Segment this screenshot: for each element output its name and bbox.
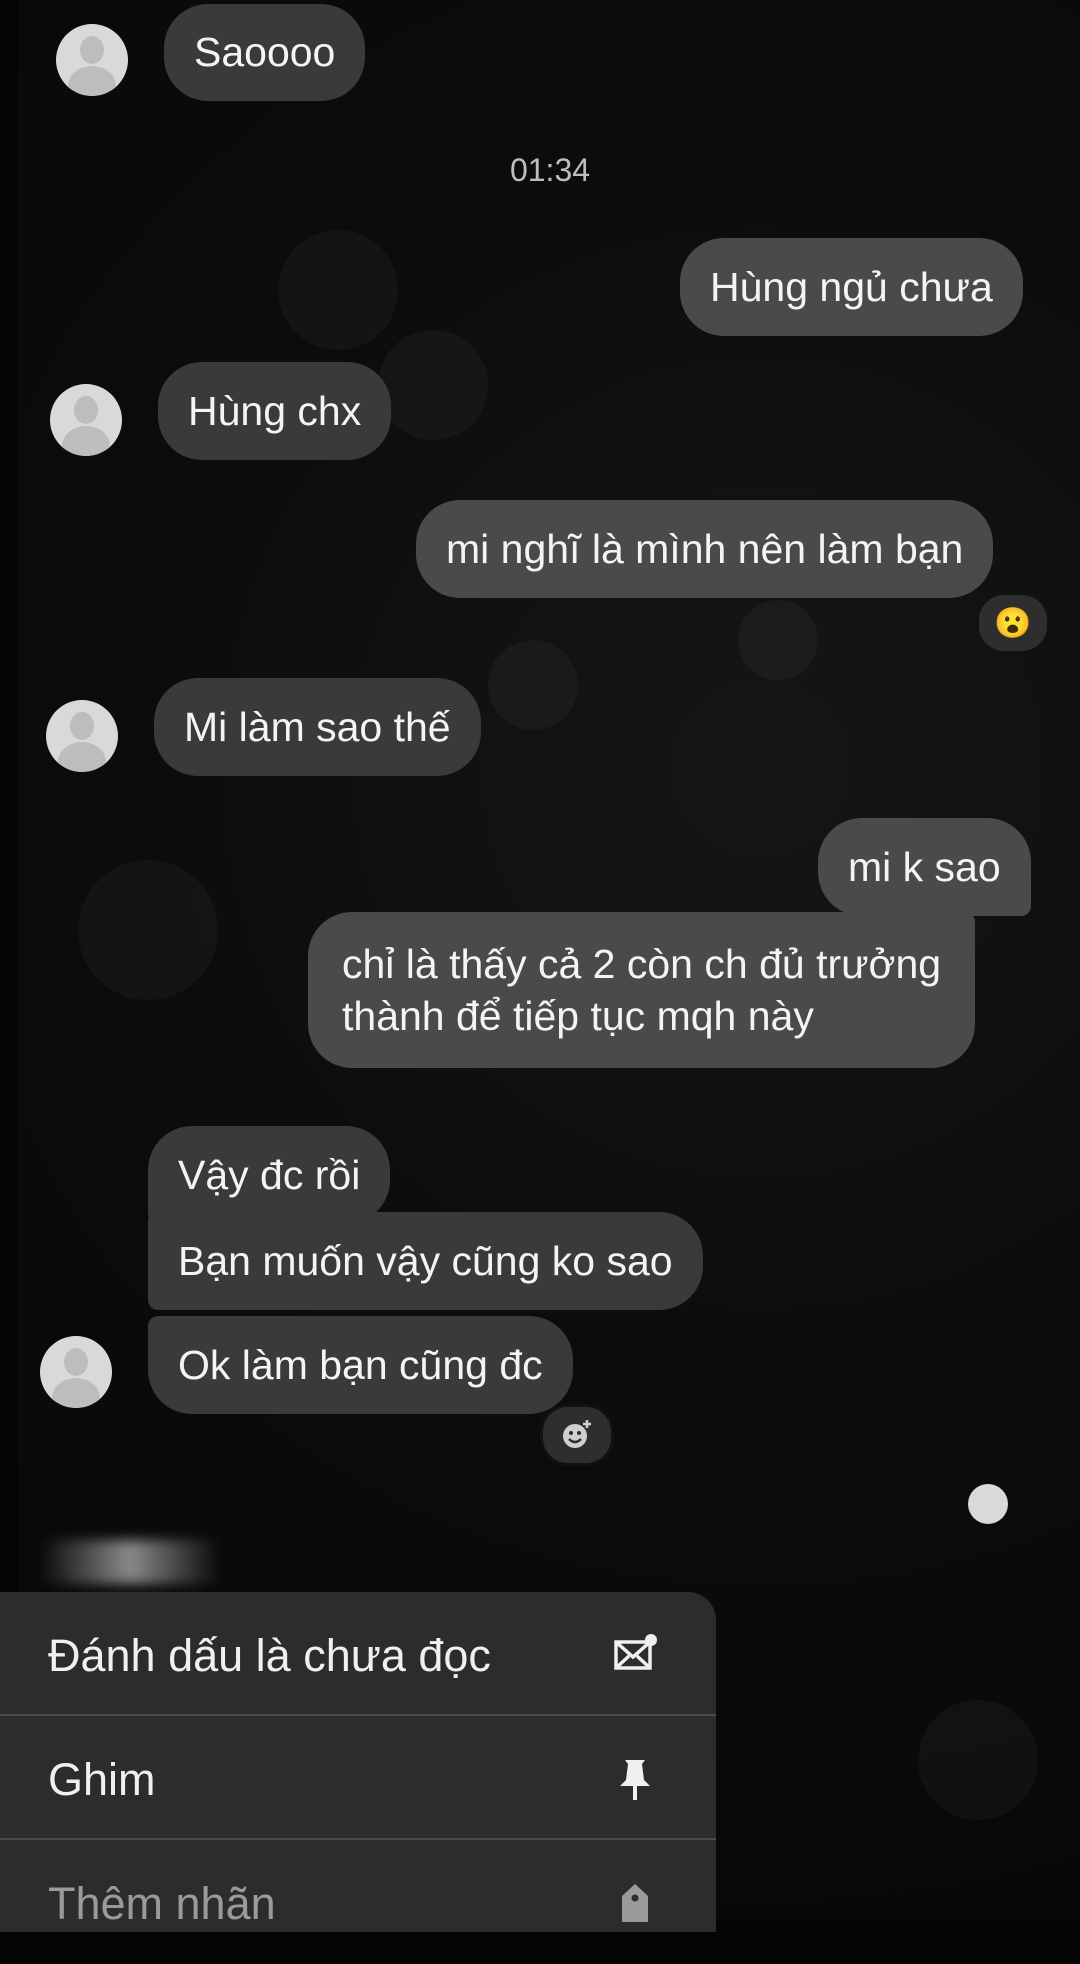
incoming-message-bubble[interactable]: Vậy đc rồi xyxy=(148,1126,391,1224)
outgoing-message-bubble[interactable]: mi k sao xyxy=(818,818,1031,916)
add-reaction-icon xyxy=(563,1420,591,1448)
menu-item-label: Thêm nhãn xyxy=(48,1878,276,1929)
incoming-message-bubble[interactable]: Ok làm bạn cũng đc xyxy=(148,1316,573,1414)
menu-preview-shadow xyxy=(40,1540,220,1584)
incoming-message-bubble[interactable]: Bạn muốn vậy cũng ko sao xyxy=(148,1212,703,1310)
add-reaction-button[interactable] xyxy=(540,1404,614,1466)
contact-avatar[interactable] xyxy=(40,1336,112,1408)
message-context-menu: Đánh dấu là chưa đọc Ghim Thêm nhãn xyxy=(0,1592,716,1932)
menu-item-label: Ghim xyxy=(48,1754,156,1805)
surprised-emoji-icon: 😮 xyxy=(994,606,1032,640)
contact-avatar[interactable] xyxy=(46,700,118,772)
tag-icon xyxy=(622,1884,648,1922)
menu-item-label: Đánh dấu là chưa đọc xyxy=(48,1630,491,1681)
message-line: thành để tiếp tục mqh này xyxy=(342,993,814,1039)
incoming-message-bubble[interactable]: Saoooo xyxy=(164,4,366,101)
contact-avatar[interactable] xyxy=(56,24,128,96)
reaction-badge[interactable]: 😮 xyxy=(976,592,1050,654)
contact-avatar[interactable] xyxy=(50,384,122,456)
outgoing-message-bubble[interactable]: mi nghĩ là mình nên làm bạn xyxy=(416,500,994,598)
outgoing-message-bubble[interactable]: chỉ là thấy cả 2 còn ch đủ trưởng thành … xyxy=(308,912,976,1068)
timestamp-divider: 01:34 xyxy=(509,152,591,188)
seen-avatar xyxy=(968,1484,1008,1524)
mark-unread-icon xyxy=(614,1634,657,1670)
outgoing-message-bubble[interactable]: Hùng ngủ chưa xyxy=(680,238,1023,336)
incoming-message-bubble[interactable]: Hùng chx xyxy=(158,362,392,460)
pin-icon xyxy=(620,1760,650,1800)
menu-item-pin[interactable]: Ghim xyxy=(0,1716,716,1840)
menu-item-add-label[interactable]: Thêm nhãn xyxy=(0,1840,716,1964)
menu-item-mark-unread[interactable]: Đánh dấu là chưa đọc xyxy=(0,1592,716,1716)
incoming-message-bubble[interactable]: Mi làm sao thế xyxy=(154,678,481,776)
message-line: chỉ là thấy cả 2 còn ch đủ trưởng xyxy=(342,941,942,987)
